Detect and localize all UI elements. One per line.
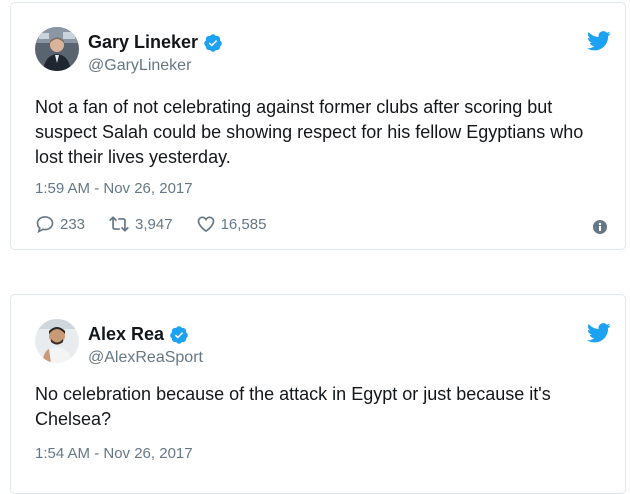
heart-icon xyxy=(197,216,214,233)
reply-count: 233 xyxy=(60,215,86,233)
display-name[interactable]: Gary Lineker xyxy=(88,32,198,53)
twitter-bird-icon[interactable] xyxy=(587,31,611,51)
tweet-text: No celebration because of the attack in … xyxy=(35,384,551,429)
twitter-bird-icon[interactable] xyxy=(587,323,611,343)
reply-button[interactable]: 233 xyxy=(35,214,85,234)
verified-badge-icon xyxy=(204,33,222,52)
avatar[interactable] xyxy=(35,319,79,363)
tweet-card[interactable]: Gary Lineker @GaryLineker Not a fan of n… xyxy=(10,2,626,250)
avatar[interactable] xyxy=(35,27,79,71)
like-count: 16,585 xyxy=(220,215,267,233)
info-icon[interactable] xyxy=(593,220,607,234)
like-button[interactable]: 16,585 xyxy=(196,214,267,234)
tweet-card[interactable]: Alex Rea @AlexReaSport No celebration be… xyxy=(10,294,626,494)
display-name[interactable]: Alex Rea xyxy=(88,324,164,345)
verified-badge-icon xyxy=(170,325,188,344)
reply-icon xyxy=(36,216,54,234)
timestamp[interactable]: 1:54 AM - Nov 26, 2017 xyxy=(35,445,193,462)
tweet-text: Not a fan of not celebrating against for… xyxy=(35,97,584,167)
tweet-actions: 233 3,947 16,585 xyxy=(35,214,289,234)
handle[interactable]: @GaryLineker xyxy=(88,57,191,75)
retweet-icon xyxy=(109,216,129,232)
retweet-count: 3,947 xyxy=(135,215,173,233)
handle[interactable]: @AlexReaSport xyxy=(88,349,203,367)
retweet-button[interactable]: 3,947 xyxy=(108,214,173,234)
timestamp[interactable]: 1:59 AM - Nov 26, 2017 xyxy=(35,180,193,197)
